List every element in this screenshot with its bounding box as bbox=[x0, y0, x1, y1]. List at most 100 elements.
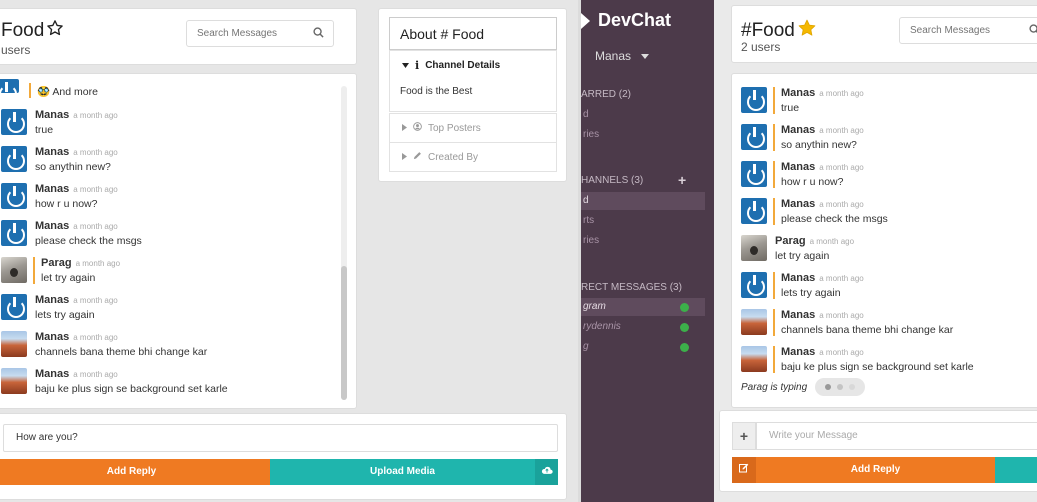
author-name: Manas bbox=[781, 87, 816, 99]
message-item: Manas a month ago how r u now? bbox=[741, 161, 864, 188]
message-timestamp: a month ago bbox=[809, 237, 855, 246]
author-name: Manas bbox=[781, 272, 816, 284]
message-author: Manas a month ago bbox=[781, 124, 864, 136]
channel-details-header[interactable]: i Channel Details bbox=[390, 51, 556, 80]
message-timestamp: a month ago bbox=[73, 222, 118, 231]
about-panel: About # Food i Channel Details Food is t… bbox=[378, 8, 567, 182]
message-text: how r u now? bbox=[781, 176, 844, 188]
star-icon[interactable] bbox=[797, 18, 817, 44]
message-author: Manas a month ago bbox=[35, 294, 118, 306]
message-timestamp: a month ago bbox=[73, 111, 118, 120]
author-name: Parag bbox=[775, 235, 806, 247]
avatar bbox=[741, 272, 767, 298]
message-input[interactable]: How are you? bbox=[3, 424, 558, 452]
search-input[interactable] bbox=[186, 20, 334, 47]
sidebar-item-channel[interactable]: d bbox=[581, 192, 705, 210]
edit-icon[interactable] bbox=[732, 457, 756, 483]
message-item: Manas a month ago baju ke plus sign se bac… bbox=[741, 346, 974, 373]
created-by-label: Created By bbox=[428, 151, 479, 163]
online-status-dot bbox=[680, 343, 689, 352]
upload-media-button[interactable]: Upload Media bbox=[270, 459, 535, 485]
channel-details-section[interactable]: i Channel Details Food is the Best bbox=[389, 50, 557, 112]
message-item: Manas a month ago please check the msgs bbox=[1, 220, 142, 247]
star-icon[interactable] bbox=[46, 19, 64, 43]
top-posters-label: Top Posters bbox=[428, 122, 481, 134]
message-timestamp: a month ago bbox=[819, 200, 864, 209]
message-text: so anythin new? bbox=[35, 161, 111, 173]
cloud-upload-icon[interactable] bbox=[535, 459, 558, 485]
pencil-icon bbox=[413, 151, 422, 163]
message-author: Manas a month ago bbox=[781, 198, 888, 210]
message-author: Manas a month ago bbox=[781, 161, 864, 173]
sidebar: DevChat Manas ARRED (2) d ries HANNELS (… bbox=[581, 0, 714, 502]
channel-title: Food bbox=[1, 19, 64, 43]
author-name: Manas bbox=[35, 183, 70, 195]
message-item: Parag a month ago let try again bbox=[1, 257, 120, 284]
message-timestamp: a month ago bbox=[73, 333, 118, 342]
message-timestamp: a month ago bbox=[819, 311, 864, 320]
chevron-down-icon bbox=[641, 53, 650, 59]
sidebar-item-channel[interactable]: rts bbox=[581, 212, 705, 230]
add-channel-icon[interactable]: + bbox=[678, 172, 686, 188]
message-author: Manas a month ago bbox=[35, 220, 142, 232]
info-icon: i bbox=[415, 59, 420, 72]
avatar bbox=[0, 79, 19, 93]
author-name: Manas bbox=[781, 346, 816, 358]
author-name: Manas bbox=[35, 331, 70, 343]
channels-section-label: HANNELS (3) bbox=[581, 175, 644, 186]
author-name: Manas bbox=[35, 220, 70, 232]
message-author: Manas a month ago bbox=[781, 346, 974, 358]
message-text: let try again bbox=[775, 250, 830, 262]
message-author: Manas a month ago bbox=[35, 368, 228, 380]
message-timestamp: a month ago bbox=[73, 296, 118, 305]
user-menu[interactable]: Manas bbox=[589, 49, 650, 63]
scrollbar-track[interactable] bbox=[341, 86, 347, 400]
users-count: users bbox=[1, 43, 31, 57]
message-timestamp: a month ago bbox=[75, 259, 121, 268]
message-text: true bbox=[35, 124, 54, 136]
about-title: About # Food bbox=[389, 17, 557, 50]
reply-box: + Write your Message Add Reply bbox=[719, 410, 1037, 492]
upload-media-button[interactable] bbox=[995, 457, 1037, 483]
avatar bbox=[741, 198, 767, 224]
add-attachment-button[interactable]: + bbox=[732, 422, 756, 450]
top-posters-header[interactable]: Top Posters bbox=[390, 114, 556, 142]
message-text: channels bana theme bhi change kar bbox=[781, 324, 954, 336]
message-timestamp: a month ago bbox=[73, 370, 118, 379]
avatar bbox=[741, 346, 767, 372]
users-count: 2 users bbox=[741, 40, 781, 54]
message-timestamp: a month ago bbox=[819, 274, 864, 283]
message-timestamp: a month ago bbox=[819, 348, 864, 357]
sidebar-item-channel[interactable]: ries bbox=[581, 232, 705, 250]
messages-panel: 🥸 And more Manas a month ago true Manas a mo… bbox=[0, 73, 357, 409]
typing-dots bbox=[815, 378, 866, 396]
search-icon[interactable] bbox=[313, 27, 324, 41]
message-text: baju ke plus sign se background set karl… bbox=[35, 383, 228, 395]
avatar bbox=[1, 109, 27, 135]
message-text: baju ke plus sign se background set karl… bbox=[781, 361, 974, 373]
add-reply-button[interactable]: Add Reply bbox=[0, 459, 270, 485]
user-name: Manas bbox=[595, 49, 632, 63]
message-item: Manas a month ago so anythin new? bbox=[741, 124, 864, 151]
logo-icon bbox=[581, 12, 590, 29]
created-by-header[interactable]: Created By bbox=[390, 143, 556, 171]
caret-right-icon bbox=[402, 123, 407, 134]
scrollbar-thumb[interactable] bbox=[341, 266, 347, 400]
avatar bbox=[741, 235, 767, 261]
search-input[interactable] bbox=[899, 17, 1037, 44]
channel-details-text: Food is the Best bbox=[400, 86, 473, 97]
sidebar-item-starred[interactable]: ries bbox=[581, 126, 705, 144]
sidebar-item-starred[interactable]: d bbox=[581, 106, 705, 124]
top-posters-section[interactable]: Top Posters bbox=[389, 113, 557, 143]
add-reply-button[interactable]: Add Reply bbox=[756, 457, 995, 483]
avatar bbox=[1, 220, 27, 246]
author-name: Manas bbox=[781, 198, 816, 210]
author-name: Manas bbox=[35, 146, 70, 158]
message-input[interactable]: Write your Message bbox=[756, 422, 1037, 450]
channel-header: #Food 2 users bbox=[731, 5, 1037, 63]
message-item: 🥸 And more bbox=[0, 79, 98, 98]
message-author: Manas a month ago bbox=[35, 331, 207, 343]
search-icon[interactable] bbox=[1029, 24, 1037, 38]
created-by-section[interactable]: Created By bbox=[389, 142, 557, 172]
message-author: Parag a month ago bbox=[775, 235, 854, 247]
